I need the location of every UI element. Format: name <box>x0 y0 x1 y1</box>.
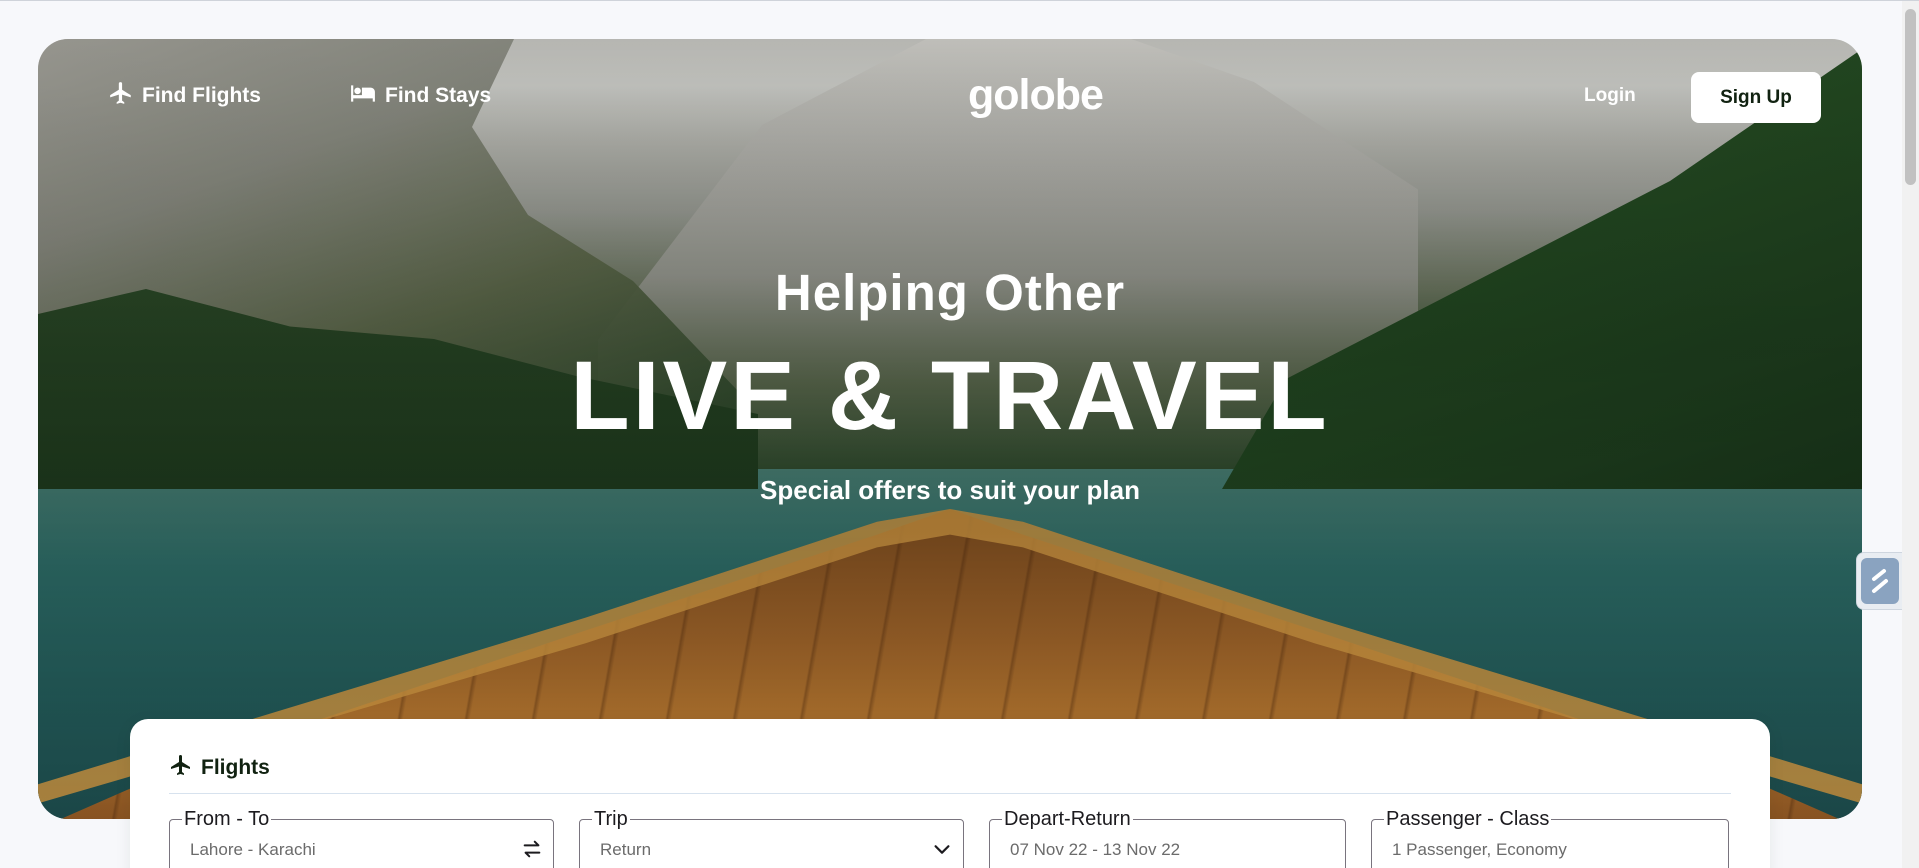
airplane-icon <box>106 80 136 112</box>
floating-widget[interactable] <box>1856 552 1902 610</box>
nav-find-flights-label: Find Flights <box>142 84 261 107</box>
hero-title: LIVE & TRAVEL <box>570 341 1330 450</box>
chevron-down-icon[interactable] <box>931 838 953 864</box>
from-to-field[interactable]: From - To Lahore - Karachi <box>169 808 554 868</box>
trip-value: Return <box>600 840 652 859</box>
nav-find-stays-label: Find Stays <box>385 84 492 107</box>
depart-return-label: Depart-Return <box>1002 808 1133 831</box>
trip-select[interactable]: Trip Return <box>579 808 964 868</box>
swap-icon[interactable] <box>521 838 543 864</box>
depart-return-value: 07 Nov 22 - 13 Nov 22 <box>1010 840 1181 859</box>
logo-text: golobe <box>968 71 1104 119</box>
from-to-value: Lahore - Karachi <box>190 840 316 859</box>
passenger-class-value: 1 Passenger, Economy <box>1392 840 1567 859</box>
passenger-class-field[interactable]: Passenger - Class 1 Passenger, Economy <box>1371 808 1729 868</box>
scrollbar-thumb[interactable] <box>1905 9 1916 185</box>
flights-tab-label: Flights <box>201 756 270 779</box>
login-link[interactable]: Login <box>1584 85 1636 107</box>
flights-tab[interactable]: Flights <box>169 753 270 783</box>
card-divider <box>169 793 1731 794</box>
depart-return-field[interactable]: Depart-Return 07 Nov 22 - 13 Nov 22 <box>989 808 1346 868</box>
flight-search-card: Flights From - To Lahore - Karachi Trip … <box>130 719 1770 868</box>
hero-subtitle: Helping Other <box>774 264 1126 321</box>
passenger-class-label: Passenger - Class <box>1384 808 1552 831</box>
signup-button[interactable]: Sign Up <box>1691 72 1821 123</box>
nav-find-stays[interactable]: Find Stays <box>347 81 491 111</box>
airplane-icon <box>169 753 193 783</box>
from-to-label: From - To <box>182 808 272 831</box>
trip-label: Trip <box>592 808 630 831</box>
page-scrollbar[interactable] <box>1902 1 1919 868</box>
nav-find-flights[interactable]: Find Flights <box>106 81 261 111</box>
bed-icon <box>347 80 379 112</box>
golobe-logo[interactable]: golobe <box>968 71 1104 120</box>
widget-icon <box>1860 558 1899 604</box>
hero-tagline: Special offers to suit your plan <box>760 475 1140 505</box>
